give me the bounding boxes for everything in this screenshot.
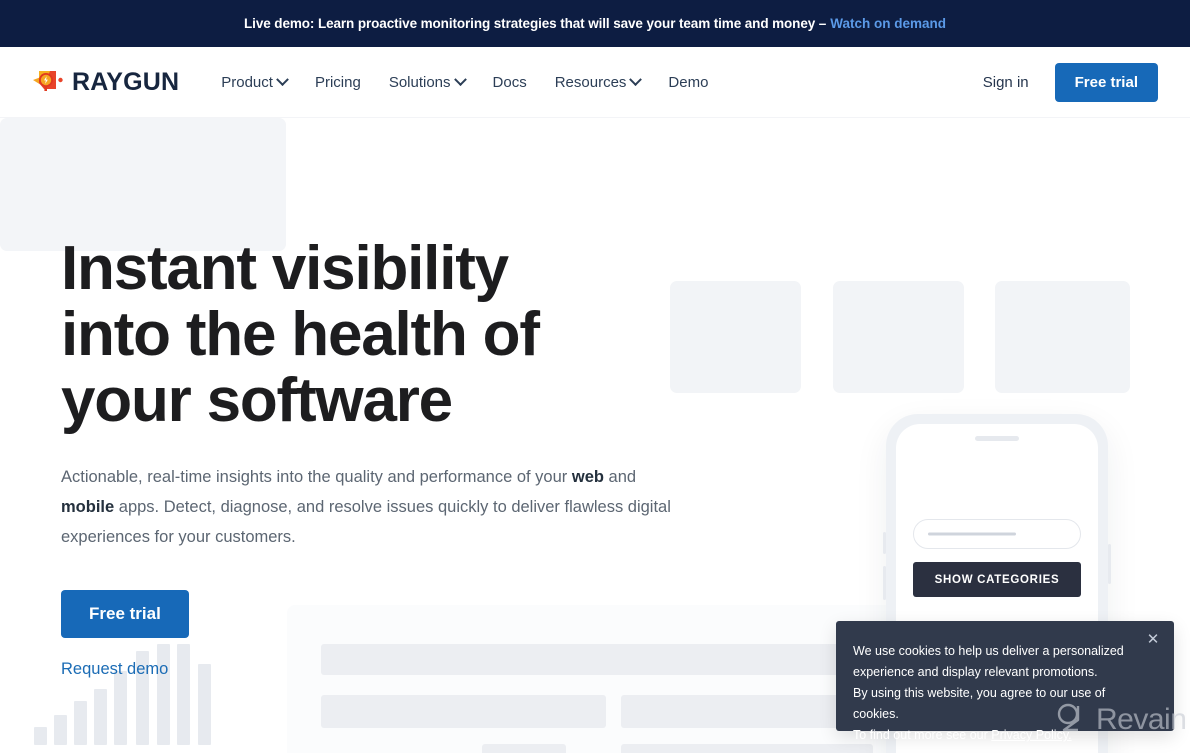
bar (54, 715, 67, 745)
phone-volume-down-button (883, 566, 886, 600)
nav-item-demo[interactable]: Demo (668, 74, 708, 91)
bar (94, 689, 107, 745)
main-navigation: Product Pricing Solutions Docs Resources… (221, 72, 708, 91)
request-demo-link[interactable]: Request demo (61, 660, 168, 679)
nav-label: Pricing (314, 73, 361, 91)
close-icon[interactable]: ✕ (1144, 631, 1162, 649)
nav-label: Docs (492, 73, 527, 91)
nav-item-pricing[interactable]: Pricing (315, 74, 361, 91)
cookie-line-1: We use cookies to help us deliver a pers… (853, 644, 1124, 658)
header-actions: Sign in Free trial (983, 62, 1158, 102)
site-header: RAYGUN Product Pricing Solutions Docs Re… (0, 47, 1190, 118)
phone-search-input[interactable] (913, 519, 1081, 549)
watch-on-demand-link[interactable]: Watch on demand (830, 16, 946, 31)
bar (114, 671, 127, 745)
hero-subtitle-part3: apps. Detect, diagnose, and resolve issu… (61, 498, 671, 546)
logo-text: RAYGUN (72, 67, 180, 96)
hero-subtitle-part2: and (603, 468, 637, 486)
cookie-line-4: To find out more see our (853, 728, 992, 742)
cookie-line-2: experience and display relevant promotio… (853, 665, 1098, 679)
free-trial-button-hero[interactable]: Free trial (61, 590, 189, 638)
phone-power-button (1108, 544, 1111, 584)
chevron-down-icon (629, 72, 643, 86)
bar (74, 701, 87, 745)
nav-item-solutions[interactable]: Solutions (388, 72, 467, 91)
nav-item-resources[interactable]: Resources (554, 72, 643, 91)
show-categories-button[interactable]: SHOW CATEGORIES (913, 562, 1081, 597)
dashboard-row (621, 744, 873, 753)
raygun-icon (32, 67, 64, 97)
page-title: Instant visibility into the health of yo… (61, 234, 540, 435)
nav-item-docs[interactable]: Docs (493, 74, 527, 91)
bar (34, 727, 47, 745)
phone-input-placeholder-line (928, 532, 1016, 536)
nav-label: Resources (554, 73, 627, 91)
revain-watermark-text: Revain (1096, 702, 1187, 736)
phone-speaker-icon (975, 436, 1019, 441)
free-trial-button-header[interactable]: Free trial (1054, 62, 1158, 102)
hero-subtitle: Actionable, real-time insights into the … (61, 462, 673, 552)
logo[interactable]: RAYGUN (32, 67, 179, 97)
nav-item-product[interactable]: Product (221, 72, 289, 91)
hero-cta-group: Free trial Request demo (61, 590, 686, 679)
chevron-down-icon (276, 72, 289, 86)
announcement-bar: Live demo: Learn proactive monitoring st… (0, 0, 1190, 47)
hero-subtitle-bold-mobile: mobile (61, 498, 115, 516)
hero-copy: Instant visibility into the health of yo… (61, 236, 686, 679)
revain-logo-icon (1053, 700, 1087, 739)
nav-label: Product (221, 73, 273, 91)
nav-label: Solutions (388, 73, 451, 91)
hero-subtitle-part1: Actionable, real-time insights into the … (61, 468, 572, 486)
dashboard-row (321, 695, 606, 728)
nav-label: Demo (668, 73, 709, 91)
revain-watermark: Revain (1053, 700, 1187, 739)
phone-volume-up-button (883, 532, 886, 554)
chevron-down-icon (453, 72, 467, 86)
announcement-text: Live demo: Learn proactive monitoring st… (244, 16, 827, 31)
sign-in-link[interactable]: Sign in (983, 74, 1029, 91)
hero-subtitle-bold-web: web (571, 468, 604, 486)
placeholder-bar-chart (0, 118, 286, 745)
dashboard-row (482, 744, 566, 753)
